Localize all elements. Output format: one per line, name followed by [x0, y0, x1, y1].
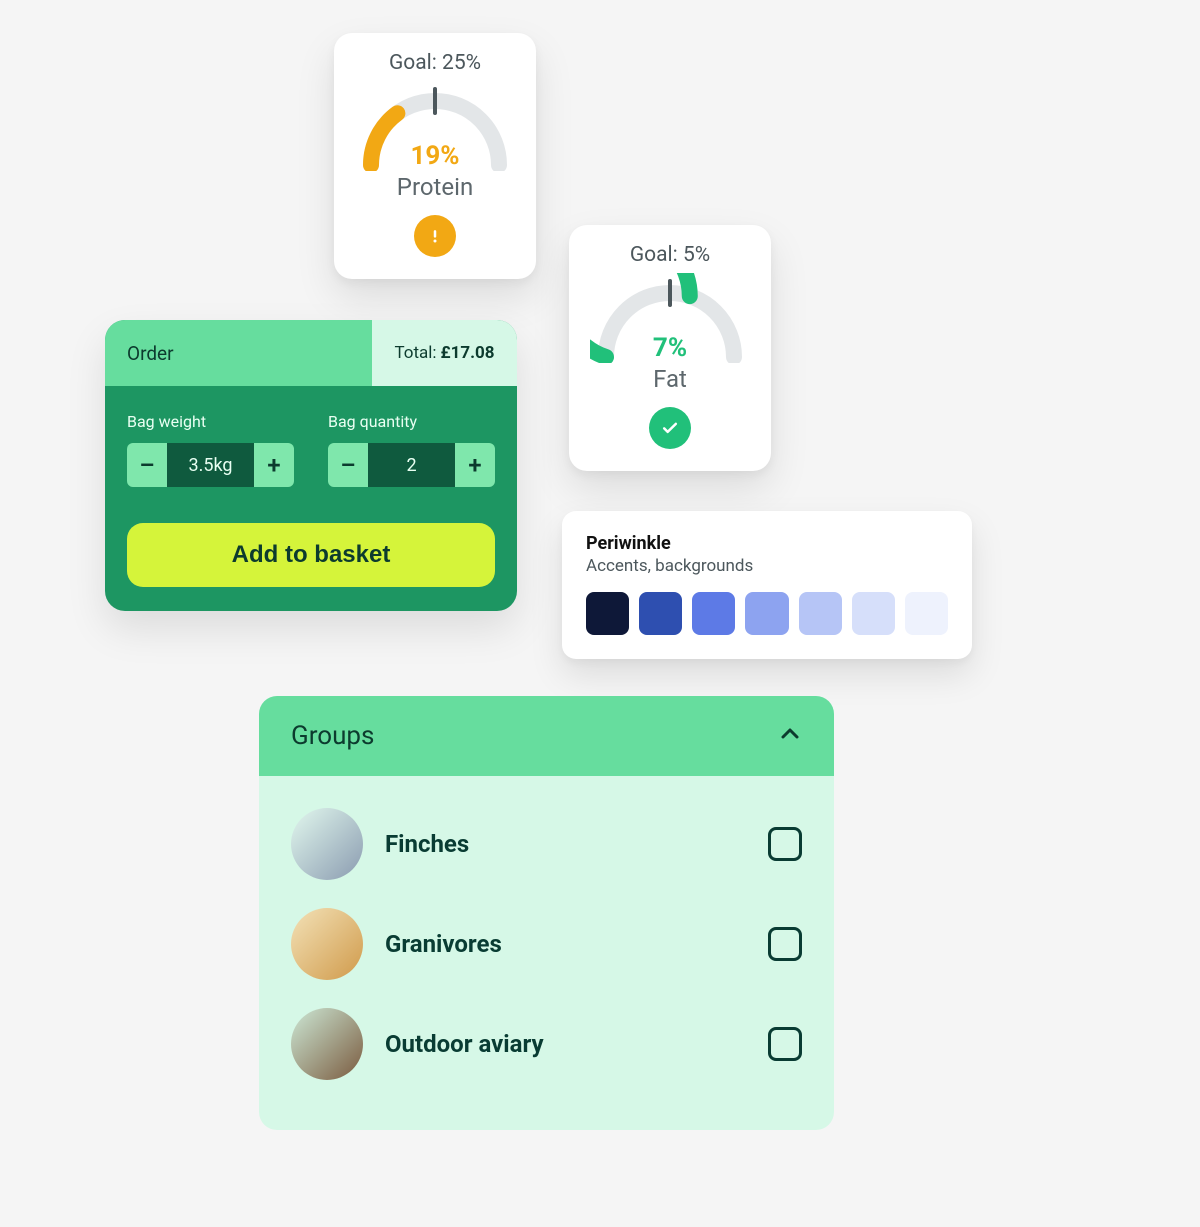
group-checkbox[interactable]: [768, 1027, 802, 1061]
chevron-up-icon: [778, 722, 802, 750]
group-avatar: [291, 808, 363, 880]
weight-value: 3.5kg: [167, 443, 254, 487]
groups-title: Groups: [291, 721, 374, 751]
gauge-value: 7%: [590, 333, 750, 363]
gauge-tick: [433, 87, 437, 115]
group-row[interactable]: Granivores: [287, 894, 806, 994]
quantity-increment-button[interactable]: +: [455, 443, 495, 487]
order-title: Order: [105, 320, 372, 386]
group-row[interactable]: Outdoor aviary: [287, 994, 806, 1094]
color-swatch[interactable]: [692, 592, 735, 635]
gauge-arc: 7%: [590, 273, 750, 363]
swatch-row: [586, 592, 948, 635]
quantity-decrement-button[interactable]: –: [328, 443, 368, 487]
order-total-label: Total:: [394, 343, 436, 363]
palette-subtitle: Accents, backgrounds: [586, 556, 948, 576]
order-header: Order Total: £17.08: [105, 320, 517, 386]
palette-title: Periwinkle: [586, 533, 948, 554]
gauge-card-fat: Goal: 5% 7% Fat: [569, 225, 771, 471]
bag-quantity-stepper: – 2 +: [328, 443, 495, 487]
color-swatch[interactable]: [586, 592, 629, 635]
group-label: Finches: [385, 830, 746, 858]
gauge-tick: [668, 279, 672, 307]
warning-icon: [414, 215, 456, 257]
color-swatch[interactable]: [852, 592, 895, 635]
add-to-basket-button[interactable]: Add to basket: [127, 523, 495, 587]
group-checkbox[interactable]: [768, 827, 802, 861]
quantity-value: 2: [368, 443, 455, 487]
gauge-goal-label: Goal: 5%: [630, 243, 710, 267]
group-label: Granivores: [385, 930, 746, 958]
bag-weight-field: Bag weight – 3.5kg +: [127, 412, 294, 487]
group-avatar: [291, 1008, 363, 1080]
group-avatar: [291, 908, 363, 980]
gauge-name-label: Fat: [653, 365, 687, 393]
check-icon: [649, 407, 691, 449]
gauge-goal-label: Goal: 25%: [389, 51, 481, 75]
order-card: Order Total: £17.08 Bag weight – 3.5kg +…: [105, 320, 517, 611]
color-swatch[interactable]: [639, 592, 682, 635]
bag-quantity-label: Bag quantity: [328, 412, 495, 431]
color-swatch[interactable]: [905, 592, 948, 635]
weight-decrement-button[interactable]: –: [127, 443, 167, 487]
gauge-arc: 19%: [355, 81, 515, 171]
group-label: Outdoor aviary: [385, 1030, 746, 1058]
groups-card: Groups Finches Granivores Outdoor aviary: [259, 696, 834, 1130]
gauge-card-protein: Goal: 25% 19% Protein: [334, 33, 536, 279]
gauge-name-label: Protein: [397, 173, 473, 201]
bag-weight-stepper: – 3.5kg +: [127, 443, 294, 487]
group-checkbox[interactable]: [768, 927, 802, 961]
color-swatch[interactable]: [745, 592, 788, 635]
order-total-amount: £17.08: [441, 343, 495, 363]
groups-header[interactable]: Groups: [259, 696, 834, 776]
color-swatch[interactable]: [799, 592, 842, 635]
group-row[interactable]: Finches: [287, 794, 806, 894]
gauge-value: 19%: [355, 141, 515, 171]
bag-weight-label: Bag weight: [127, 412, 294, 431]
palette-card: Periwinkle Accents, backgrounds: [562, 511, 972, 659]
bag-quantity-field: Bag quantity – 2 +: [328, 412, 495, 487]
weight-increment-button[interactable]: +: [254, 443, 294, 487]
order-total: Total: £17.08: [372, 320, 517, 386]
